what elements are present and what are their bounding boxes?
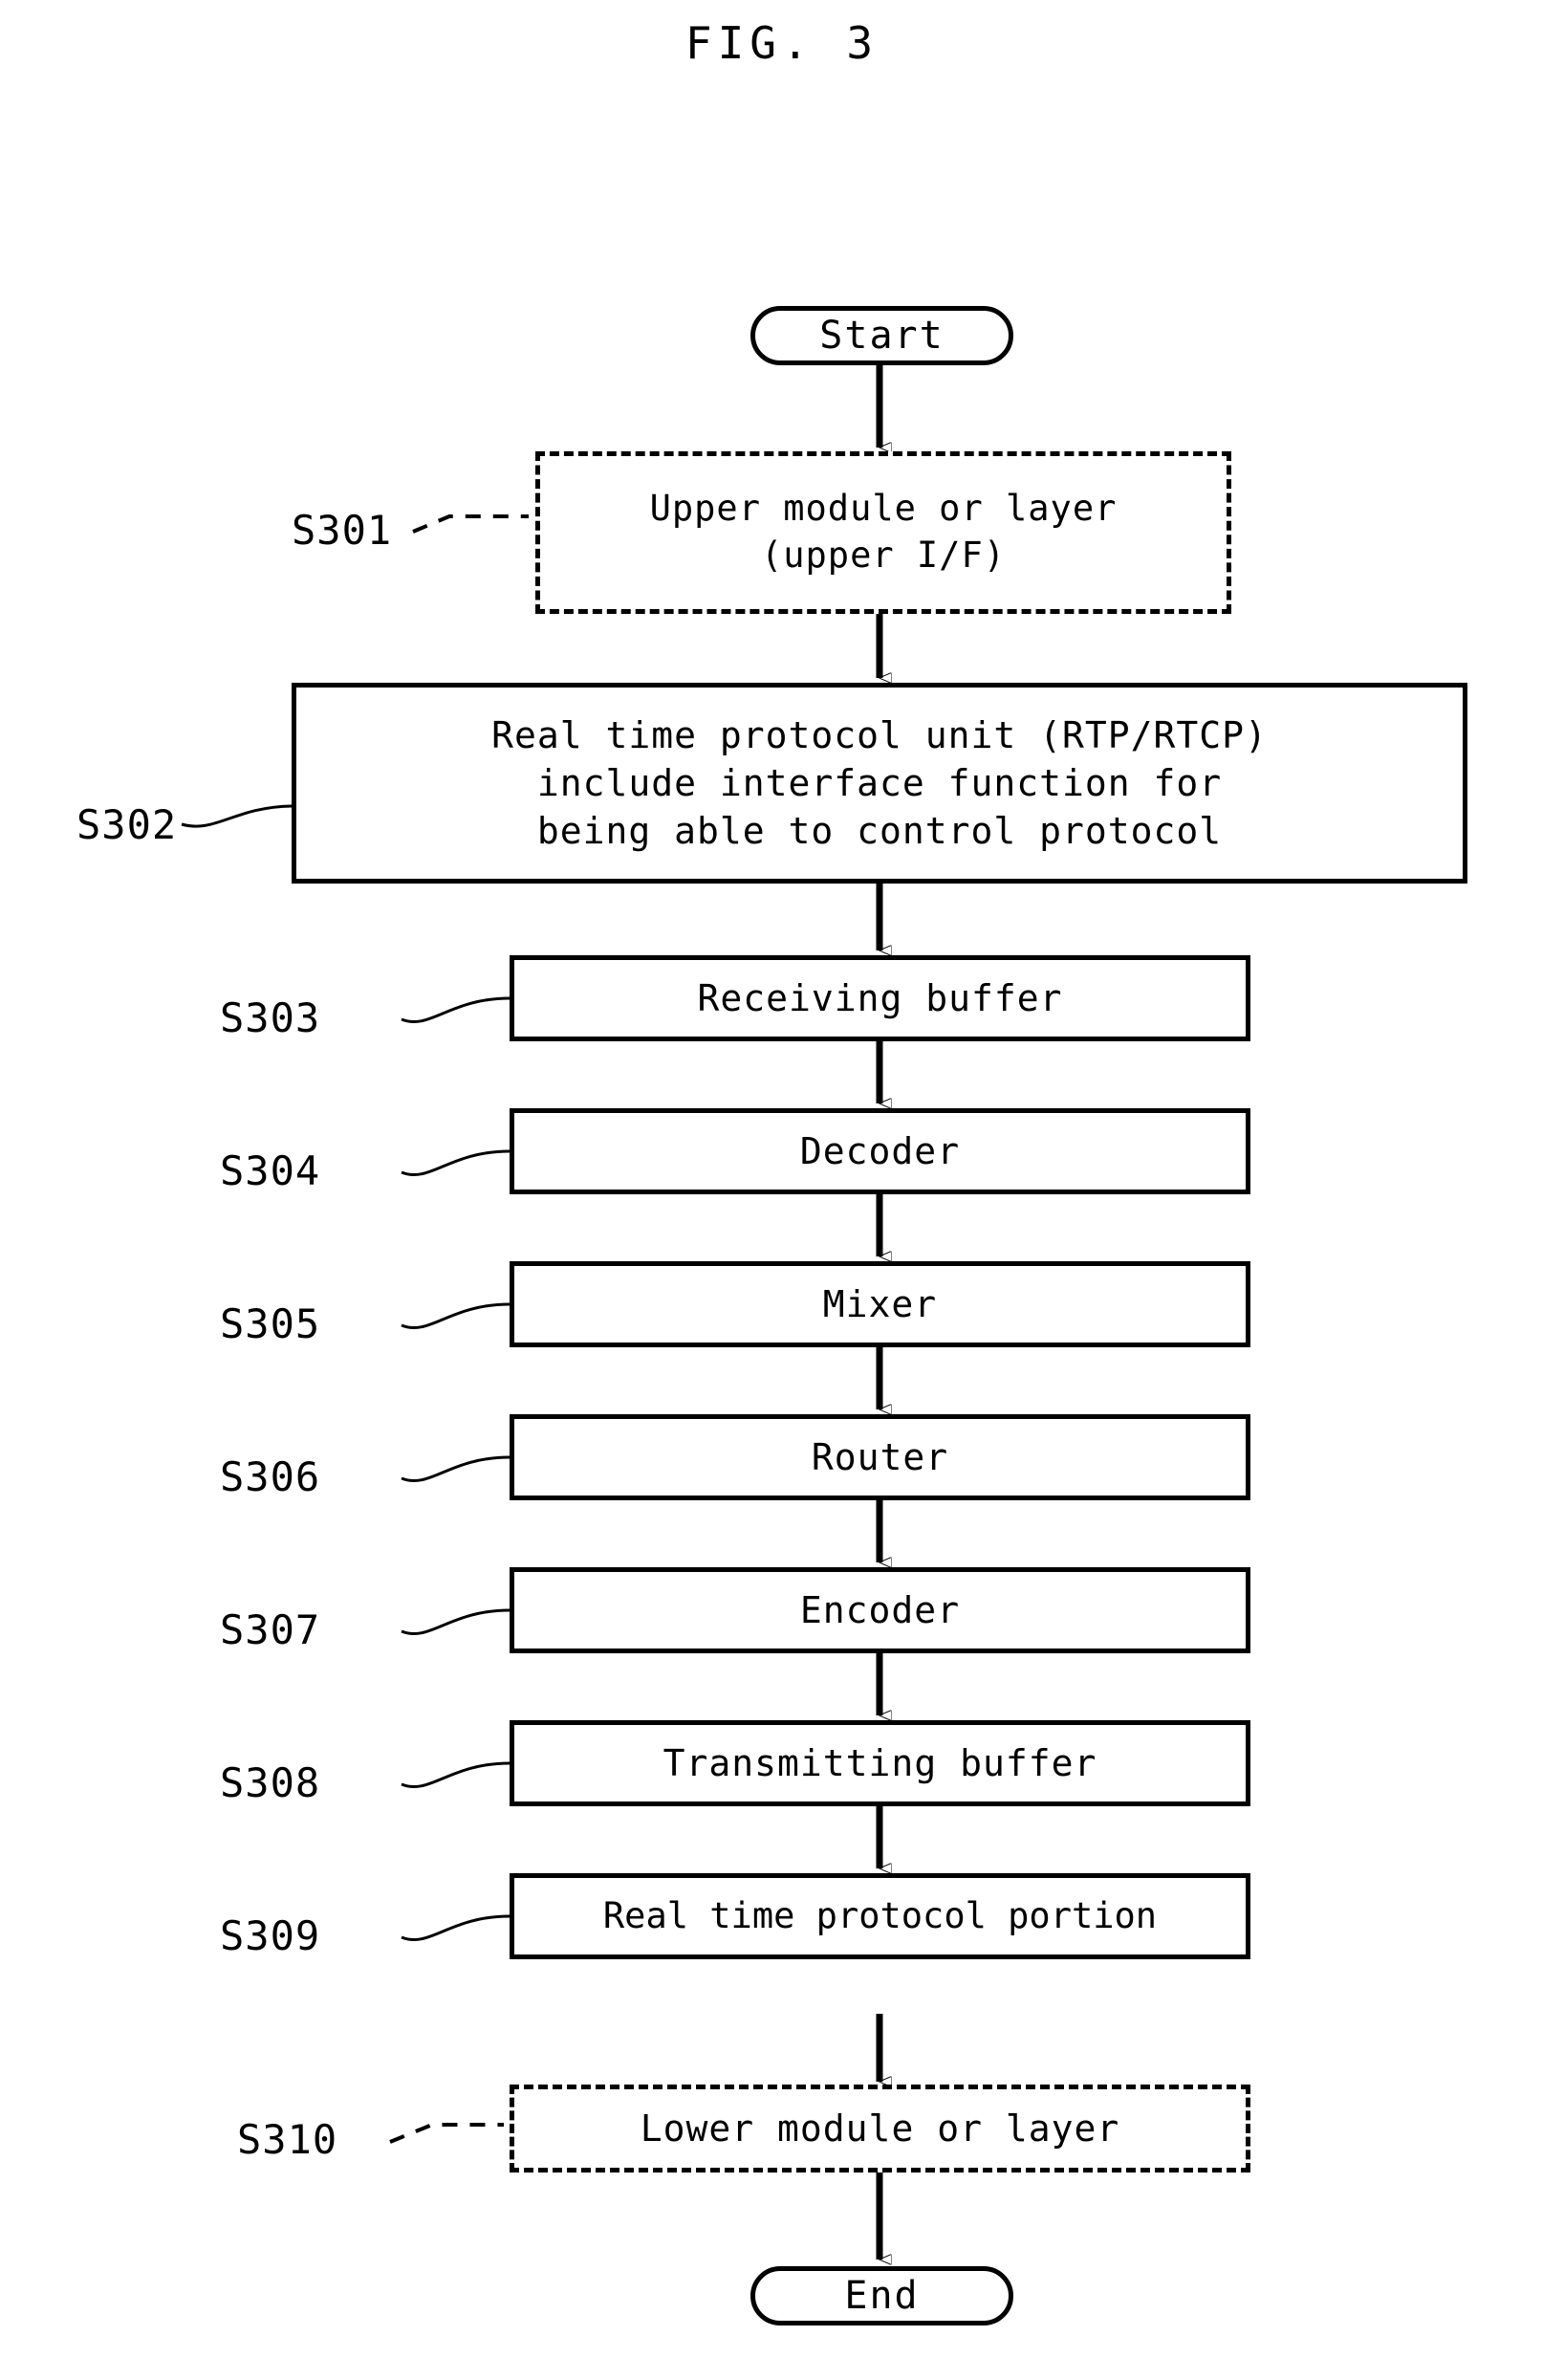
step-ref-s307: S307 — [220, 1606, 321, 1653]
step-ref-s310: S310 — [237, 2116, 338, 2163]
step-ref-s309: S309 — [220, 1912, 321, 1959]
node-lower-module-or-layer: Lower module or layer — [510, 2085, 1250, 2173]
figure-canvas: FIG. 3 Start S301 Upper module or layer … — [0, 0, 1564, 2380]
node-line: Real time protocol unit (RTP/RTCP) — [491, 713, 1268, 756]
node-encoder: Encoder — [510, 1567, 1250, 1653]
node-line: (upper I/F) — [760, 535, 1007, 576]
node-real-time-protocol-unit: Real time protocol unit (RTP/RTCP) inclu… — [292, 683, 1467, 884]
start-terminal-label: Start — [819, 314, 945, 358]
step-ref-s305: S305 — [220, 1300, 321, 1347]
step-ref-s304: S304 — [220, 1147, 321, 1194]
node-real-time-protocol-portion: Real time protocol portion — [510, 1873, 1250, 1959]
node-line: being able to control protocol — [536, 810, 1223, 853]
step-ref-s303: S303 — [220, 994, 321, 1041]
start-terminal: Start — [750, 306, 1013, 365]
node-line: Receiving buffer — [697, 976, 1063, 1019]
step-ref-s301: S301 — [292, 507, 393, 554]
node-mixer: Mixer — [510, 1261, 1250, 1347]
node-line: Encoder — [799, 1588, 961, 1631]
node-line: Upper module or layer — [649, 488, 1118, 530]
node-decoder: Decoder — [510, 1108, 1250, 1194]
node-line: Lower module or layer — [640, 2107, 1120, 2150]
node-transmitting-buffer: Transmitting buffer — [510, 1720, 1250, 1806]
node-line: Transmitting buffer — [663, 1741, 1097, 1784]
node-line: Real time protocol portion — [602, 1894, 1158, 1936]
node-line: Mixer — [822, 1282, 938, 1325]
step-ref-s302: S302 — [76, 801, 178, 848]
node-router: Router — [510, 1414, 1250, 1500]
node-upper-module-or-layer: Upper module or layer (upper I/F) — [535, 451, 1231, 614]
node-line: Decoder — [799, 1129, 961, 1172]
end-terminal-label: End — [844, 2274, 920, 2318]
node-line: Router — [811, 1435, 949, 1478]
node-receiving-buffer: Receiving buffer — [510, 955, 1250, 1041]
end-terminal: End — [750, 2266, 1013, 2325]
node-line: include interface function for — [536, 761, 1223, 804]
step-ref-s306: S306 — [220, 1453, 321, 1500]
step-ref-s308: S308 — [220, 1759, 321, 1806]
